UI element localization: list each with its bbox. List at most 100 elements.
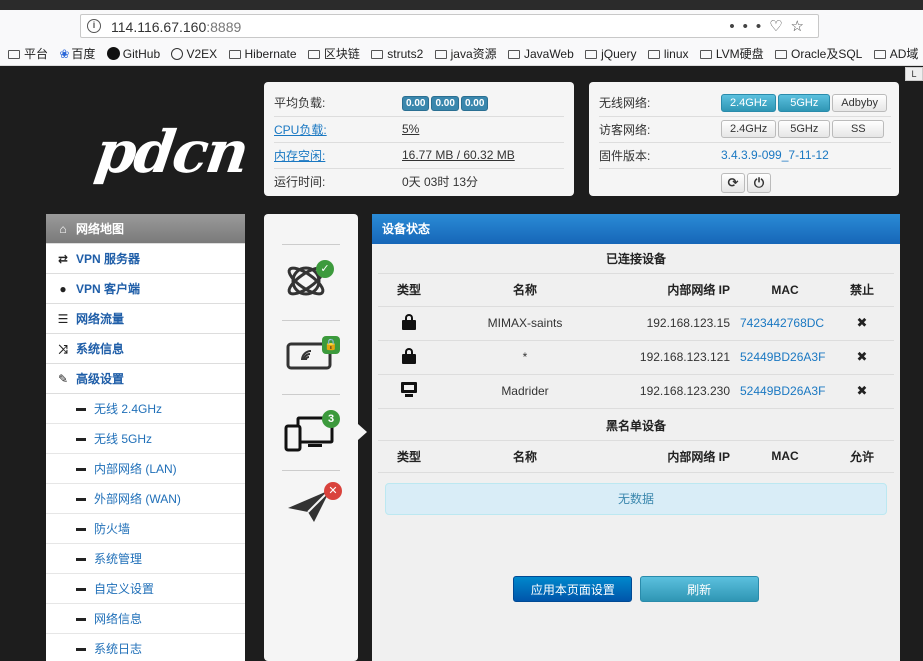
- sidebar-item-system-info[interactable]: ⤨ 系统信息: [46, 334, 245, 364]
- table-row: * 192.168.123.121 52449BD26A3F ✖: [378, 340, 894, 375]
- bookmark-item[interactable]: Oracle及SQL: [774, 42, 862, 65]
- sidebar-sub-syslog[interactable]: 系统日志: [46, 634, 245, 661]
- folder-icon: [371, 50, 384, 59]
- sidebar-sub-wireless-5[interactable]: 无线 5GHz: [46, 424, 245, 454]
- folder-icon: [699, 50, 712, 59]
- bookmarks-bar: 平台 ❀ 百度 GitHub V2EX Hibernate 区块链 struts2…: [0, 42, 923, 66]
- memory-free-link[interactable]: 内存空闲:: [274, 149, 325, 163]
- bookmark-item[interactable]: LVM硬盘: [699, 42, 764, 65]
- network-map-icons: ✓ 🔒 3 ✕: [264, 214, 358, 661]
- load-badge: 0.00: [402, 95, 430, 111]
- firmware-version-link[interactable]: 3.4.3.9-099_7-11-12: [721, 148, 829, 162]
- sidebar-sub-wan[interactable]: 外部网络 (WAN): [46, 484, 245, 514]
- more-icon[interactable]: •••: [729, 18, 769, 35]
- divider: [282, 320, 340, 321]
- guest-5ghz-button[interactable]: 5GHz: [778, 120, 831, 138]
- bookmark-item[interactable]: struts2: [371, 42, 423, 65]
- baidu-paw-icon: ❀: [59, 47, 70, 61]
- brand-logo: pdcn: [91, 118, 252, 186]
- sidebar-item-network-map[interactable]: ⌂ 网络地图: [46, 214, 245, 244]
- device-status-panel: 设备状态 已连接设备 类型 名称 内部网络 IP MAC 禁止 MIMAX-sa…: [372, 214, 900, 661]
- cpu-load-link[interactable]: CPU负载:: [274, 123, 327, 137]
- wireless-label: 无线网络:: [599, 90, 721, 117]
- guest-24ghz-button[interactable]: 2.4GHz: [721, 120, 777, 138]
- folder-icon: [307, 50, 320, 59]
- uptime-value: 0天 03时 13分: [402, 174, 479, 189]
- adbyby-button[interactable]: Adbyby: [832, 93, 887, 112]
- sidebar-sub-wireless-24[interactable]: 无线 2.4GHz: [46, 394, 245, 424]
- retweet-icon: ⇄: [57, 252, 69, 266]
- bookmark-item[interactable]: AD域: [873, 42, 918, 65]
- sidebar-sub-netinfo[interactable]: 网络信息: [46, 604, 245, 634]
- sidebar-sub-admin[interactable]: 系统管理: [46, 544, 245, 574]
- ss-button[interactable]: SS: [832, 120, 885, 138]
- clients-status[interactable]: 3: [284, 410, 340, 466]
- bookmark-item[interactable]: V2EX: [171, 42, 217, 65]
- bookmark-item[interactable]: GitHub: [106, 42, 160, 65]
- apply-button[interactable]: 应用本页面设置: [513, 576, 633, 602]
- no-data-alert: 无数据: [385, 483, 887, 515]
- sidebar-item-advanced[interactable]: ✎ 高级设置: [46, 364, 245, 394]
- url-text[interactable]: 114.116.67.160:8889: [111, 19, 241, 35]
- bookmark-item[interactable]: Hibernate: [228, 42, 297, 65]
- router-status[interactable]: 🔒: [284, 334, 340, 390]
- bookmark-item[interactable]: java资源: [434, 42, 497, 65]
- bookmark-item[interactable]: 平台: [8, 42, 48, 65]
- reboot-button[interactable]: ⟳: [721, 173, 745, 194]
- mac-link[interactable]: 52449BD26A3F: [740, 340, 830, 375]
- sidebar-sub-custom[interactable]: 自定义设置: [46, 574, 245, 604]
- folder-icon: [873, 50, 886, 59]
- usb-status[interactable]: ✕: [284, 482, 342, 538]
- sidebar-sub-firewall[interactable]: 防火墙: [46, 514, 245, 544]
- blacklist-title: 黑名单设备: [378, 411, 894, 441]
- sidebar-item-traffic[interactable]: ☰ 网络流量: [46, 304, 245, 334]
- folder-icon: [228, 50, 241, 59]
- bookmark-item[interactable]: 区块链: [307, 42, 360, 65]
- block-icon[interactable]: ✖: [857, 315, 868, 330]
- address-bar[interactable]: i 114.116.67.160:8889 •••♡☆: [80, 14, 819, 38]
- bookmark-star-icon[interactable]: ☆: [791, 18, 812, 35]
- bookmark-item[interactable]: linux: [647, 42, 689, 65]
- table-header: 类型 名称 内部网络 IP MAC 允许: [378, 440, 894, 473]
- block-icon[interactable]: ✖: [857, 349, 868, 364]
- lock-badge-icon: 🔒: [322, 336, 340, 354]
- panel-title: 设备状态: [372, 214, 900, 244]
- sidebar-sub-lan[interactable]: 内部网络 (LAN): [46, 454, 245, 484]
- dash-icon: [76, 648, 86, 652]
- router-page: pdcn 平均负载: 0.00 0.00 0.00 CPU负载: 5% 内存空闲: …: [0, 66, 923, 661]
- sidebar-item-vpn-server[interactable]: ⇄ VPN 服务器: [46, 244, 245, 274]
- error-icon: ✕: [324, 482, 342, 500]
- pocket-icon[interactable]: ♡: [769, 18, 790, 35]
- load-badge: 0.00: [460, 95, 489, 111]
- globe-icon: [171, 48, 184, 60]
- dash-icon: [76, 438, 86, 442]
- bookmark-item[interactable]: jQuery: [585, 42, 636, 65]
- info-icon[interactable]: i: [87, 19, 101, 33]
- table-header: 类型 名称 内部网络 IP MAC 禁止: [378, 274, 894, 307]
- refresh-icon: ⟳: [727, 175, 739, 191]
- bookmark-item[interactable]: JavaWeb: [507, 42, 574, 65]
- system-status-panel: 平均负载: 0.00 0.00 0.00 CPU负载: 5% 内存空闲: 16.77…: [264, 82, 574, 196]
- mac-link[interactable]: 7423442768DC: [740, 306, 830, 341]
- folder-icon: [774, 50, 787, 59]
- block-icon[interactable]: ✖: [857, 383, 868, 398]
- shutdown-button[interactable]: ⏻: [747, 173, 771, 194]
- load-badge: 0.00: [431, 95, 459, 111]
- wireless-5ghz-button[interactable]: 5GHz: [778, 93, 831, 112]
- mac-link[interactable]: 52449BD26A3F: [740, 374, 830, 409]
- folder-icon: [8, 50, 20, 59]
- side-panel-tab[interactable]: L: [905, 67, 923, 81]
- internet-status[interactable]: ✓: [284, 256, 340, 312]
- github-icon: [106, 47, 120, 60]
- window-top-strip: [0, 0, 923, 10]
- sidebar-item-vpn-client[interactable]: ● VPN 客户端: [46, 274, 245, 304]
- action-buttons: 应用本页面设置 刷新: [372, 576, 900, 602]
- refresh-button[interactable]: 刷新: [639, 576, 759, 602]
- random-icon: ⤨: [58, 342, 68, 356]
- bookmark-item[interactable]: ❀ 百度: [59, 42, 95, 65]
- power-icon: ⏻: [753, 175, 765, 191]
- connected-devices-title: 已连接设备: [378, 244, 894, 274]
- blacklist-table: 类型 名称 内部网络 IP MAC 允许: [378, 440, 894, 473]
- desktop-icon: [401, 381, 417, 398]
- wireless-24ghz-button[interactable]: 2.4GHz: [721, 93, 777, 112]
